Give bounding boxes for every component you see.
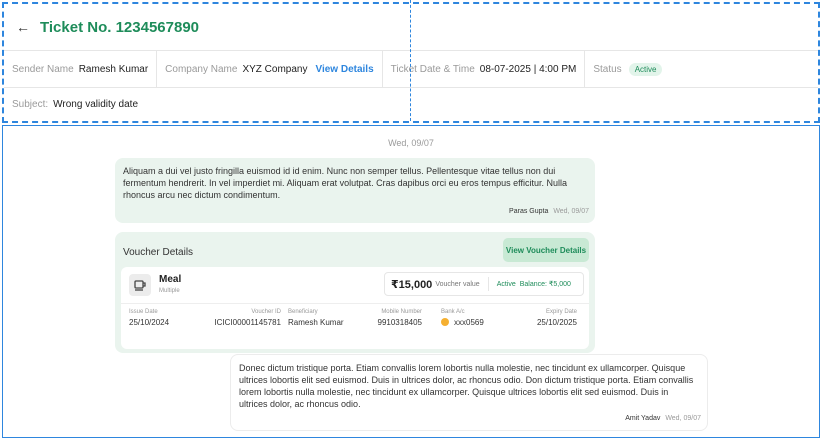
subject-value: Wrong validity date [53, 99, 138, 110]
subject-label: Subject: [12, 99, 49, 110]
message-meta: Paras Gupta Wed, 09/07 [509, 206, 589, 218]
field-label: Voucher ID [251, 309, 281, 315]
value-divider [487, 277, 489, 291]
message-text: Aliquam a dui vel justo fringilla euismo… [123, 166, 568, 200]
voucher-divider [121, 303, 589, 304]
voucher-active: Active [496, 280, 516, 288]
field-label: Bank A/c [441, 309, 465, 315]
message-author: Amit Yadav [625, 415, 661, 422]
ticket-header: ← Ticket No. 1234567890 Sender Name Rame… [2, 2, 820, 123]
sender-cell: Sender Name Ramesh Kumar [4, 51, 158, 87]
bank-account-value: xxx0569 [441, 318, 484, 327]
voucher-value-box: ₹15,000 Voucher value Active Balance: ₹5… [384, 272, 584, 296]
message-meta: Amit Yadav Wed, 09/07 [625, 413, 701, 425]
incoming-message: Aliquam a dui vel justo fringilla euismo… [115, 158, 595, 223]
status-label: Status [593, 63, 622, 75]
company-cell: Company Name XYZ Company View Details [157, 51, 383, 87]
arrow-left-icon[interactable]: ← [16, 19, 32, 35]
bank-account-field: Bank A/c xxx0569 [441, 309, 484, 327]
sender-value: Ramesh Kumar [78, 63, 149, 75]
outgoing-message: Donec dictum tristique porta. Etiam conv… [230, 354, 708, 431]
date-separator: Wed, 09/07 [388, 138, 434, 148]
beneficiary-field: Beneficiary Ramesh Kumar [288, 309, 344, 327]
voucher-details-title: Voucher Details [123, 247, 194, 258]
view-voucher-details-button[interactable]: View Voucher Details [503, 238, 589, 262]
field-label: Expiry Date [545, 309, 577, 315]
mobile-number-field: Mobile Number 9910318405 [367, 309, 423, 327]
field-value: 9910318405 [377, 318, 423, 327]
voucher-balance: Balance: ₹5,000 [519, 281, 571, 288]
chat-panel[interactable]: Wed, 09/07 Aliquam a dui vel justo fring… [2, 125, 820, 438]
field-label: Issue Date [129, 309, 158, 315]
header-title-bar: ← Ticket No. 1234567890 [4, 4, 818, 51]
message-time: Wed, 09/07 [553, 208, 589, 215]
ticket-title: Ticket No. 1234567890 [40, 18, 200, 36]
voucher-amount: ₹15,000 [391, 278, 433, 291]
field-value: xxx0569 [454, 318, 484, 327]
status-badge: Active [628, 62, 663, 76]
company-label: Company Name [165, 63, 238, 75]
bank-logo-icon [441, 318, 449, 326]
message-text: Donec dictum tristique porta. Etiam conv… [239, 363, 694, 409]
voucher-amount-label: Voucher value [435, 280, 480, 288]
ticket-datetime-cell: Ticket Date & Time 08-07-2025 | 4:00 PM [383, 51, 586, 87]
ticket-datetime-value: 08-07-2025 | 4:00 PM [479, 63, 577, 75]
subject-row: Subject: Wrong validity date [4, 88, 818, 121]
message-time: Wed, 09/07 [665, 415, 701, 422]
ticket-datetime-label: Ticket Date & Time [390, 63, 475, 75]
message-author: Paras Gupta [509, 208, 549, 215]
ticket-info-row: Sender Name Ramesh Kumar Company Name XY… [4, 51, 818, 88]
view-details-link[interactable]: View Details [315, 64, 373, 75]
field-value: Ramesh Kumar [288, 318, 344, 327]
company-value: XYZ Company [242, 63, 308, 75]
voucher-name: Meal [159, 274, 182, 285]
voucher-details-card: Voucher Details View Voucher Details Mea… [115, 232, 595, 353]
coffee-cup-icon [129, 274, 151, 296]
field-value: 25/10/2025 [536, 318, 577, 327]
field-value: ICICI00001145781 [214, 318, 281, 327]
status-cell: Status Active [585, 51, 670, 87]
issue-date-field: Issue Date 25/10/2024 [129, 309, 169, 327]
sender-label: Sender Name [12, 63, 74, 75]
voucher-summary: Meal Multiple ₹15,000 Voucher value Acti… [121, 267, 589, 349]
guide-line [410, 0, 411, 121]
field-value: 25/10/2024 [129, 318, 170, 327]
field-label: Mobile Number [381, 309, 422, 315]
expiry-date-field: Expiry Date 25/10/2025 [515, 309, 577, 327]
field-label: Beneficiary [288, 309, 318, 315]
voucher-id-field: Voucher ID ICICI00001145781 [209, 309, 281, 327]
voucher-subtitle: Multiple [159, 288, 180, 294]
